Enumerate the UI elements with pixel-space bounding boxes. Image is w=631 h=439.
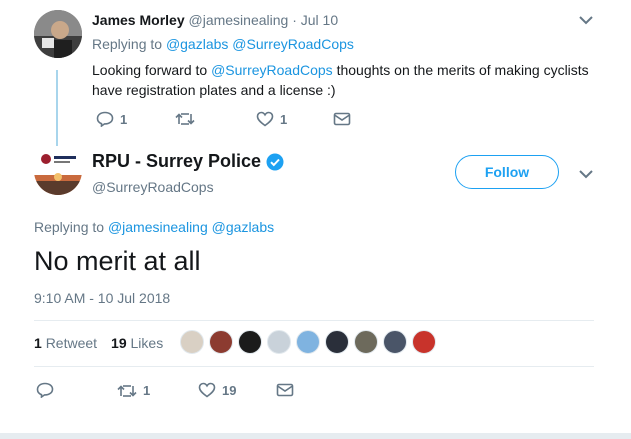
main-like-count: 19: [222, 382, 237, 398]
reply-author-name[interactable]: James Morley: [92, 12, 185, 28]
bottom-border: [0, 433, 631, 439]
retweets-count: 1: [34, 335, 42, 351]
reply-icon: [96, 111, 114, 127]
liker-avatar[interactable]: [209, 330, 233, 354]
main-like-button[interactable]: 19: [198, 382, 236, 398]
liker-avatar[interactable]: [267, 330, 291, 354]
reply-tweet-reply-button[interactable]: 1: [96, 111, 127, 127]
liker-avatar[interactable]: [296, 330, 320, 354]
avatar-photo: [34, 10, 82, 58]
main-retweet-button[interactable]: 1: [117, 383, 150, 398]
main-reply-button[interactable]: [36, 382, 54, 398]
like-icon: [198, 382, 216, 398]
retweets-label: Retweet: [45, 335, 98, 351]
reply-text-before: Looking forward to: [92, 62, 212, 78]
reply-replying-to-surreyroadcops[interactable]: @SurreyRoadCops: [232, 36, 354, 52]
likes-stat[interactable]: 19 Likes: [111, 335, 163, 351]
thread-connector-line: [56, 70, 58, 146]
chevron-down-icon[interactable]: [578, 166, 594, 182]
reply-icon: [36, 382, 54, 398]
liker-avatar[interactable]: [412, 330, 436, 354]
stats-bottom-divider: [34, 366, 594, 367]
james-morley-avatar[interactable]: [34, 10, 82, 58]
main-handle[interactable]: @SurreyRoadCops: [92, 179, 214, 195]
main-author-name[interactable]: RPU - Surrey Police: [92, 151, 261, 172]
liker-avatars: [180, 330, 436, 354]
reply-handle-date[interactable]: @jamesinealing · Jul 10: [189, 12, 339, 28]
main-replying-to-gazlabs[interactable]: @gazlabs: [212, 219, 274, 235]
chevron-down-icon[interactable]: [578, 12, 594, 28]
liker-avatar[interactable]: [325, 330, 349, 354]
main-retweet-count: 1: [143, 383, 151, 398]
follow-button[interactable]: Follow: [455, 155, 559, 189]
main-replying-to-jamesinealing[interactable]: @jamesinealing: [108, 219, 208, 235]
reply-text-mention[interactable]: @SurreyRoadCops: [211, 62, 333, 78]
main-timestamp[interactable]: 9:10 AM - 10 Jul 2018: [34, 290, 170, 306]
reply-tweet-message-button[interactable]: [333, 112, 351, 126]
reply-tweet-reply-count: 1: [120, 111, 128, 127]
liker-avatar[interactable]: [383, 330, 407, 354]
liker-avatar[interactable]: [180, 330, 204, 354]
message-icon: [333, 112, 351, 126]
main-tweet-text: No merit at all: [34, 246, 201, 276]
reply-tweet-like-count: 1: [280, 111, 288, 127]
stats-top-divider: [34, 320, 594, 321]
likes-label: Likes: [130, 335, 164, 351]
police-logo-avatar: [34, 147, 82, 195]
reply-tweet-retweet-button[interactable]: [175, 112, 195, 126]
retweets-stat[interactable]: 1 Retweet: [34, 335, 97, 351]
main-message-button[interactable]: [276, 383, 294, 397]
surrey-police-avatar[interactable]: [34, 147, 82, 195]
verified-badge-icon: [266, 153, 284, 170]
message-icon: [276, 383, 294, 397]
liker-avatar[interactable]: [238, 330, 262, 354]
retweet-icon: [117, 384, 137, 397]
reply-replying-to-gazlabs[interactable]: @gazlabs: [166, 36, 228, 52]
main-replying-label: Replying to: [34, 219, 105, 235]
retweet-icon: [175, 113, 195, 125]
likes-count: 19: [111, 335, 127, 351]
liker-avatar[interactable]: [354, 330, 378, 354]
reply-tweet-text: Looking forward to @SurreyRoadCops thoug…: [92, 60, 612, 100]
reply-tweet-like-button[interactable]: 1: [256, 111, 287, 127]
like-icon: [256, 111, 274, 127]
reply-replying-label: Replying to: [92, 36, 163, 52]
